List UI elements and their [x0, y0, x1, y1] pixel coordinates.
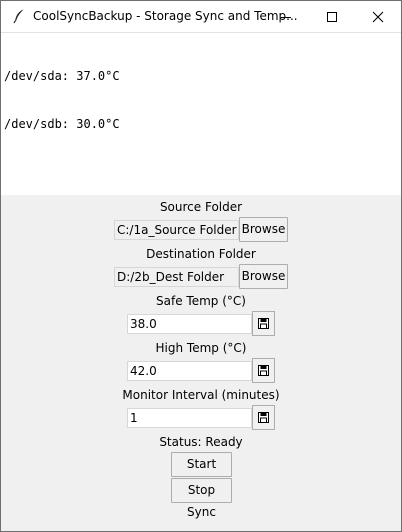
title-bar[interactable]: CoolSyncBackup - Storage Sync and Temp..… — [1, 1, 401, 32]
safe-temp-label: Safe Temp (°C) — [156, 294, 246, 308]
stop-sync-button[interactable]: Stop Sync — [171, 478, 232, 519]
destination-folder-label: Destination Folder — [146, 247, 256, 261]
monitor-interval-save-button[interactable] — [252, 405, 275, 430]
floppy-disk-icon — [258, 412, 269, 423]
feather-icon — [11, 8, 27, 24]
minimize-icon — [281, 16, 291, 18]
minimize-button[interactable] — [263, 1, 309, 32]
source-folder-label: Source Folder — [159, 200, 243, 214]
log-line: /dev/sdb: 30.0°C — [4, 117, 120, 131]
floppy-disk-icon — [258, 365, 269, 376]
window-title: CoolSyncBackup - Storage Sync and Temp..… — [33, 9, 298, 23]
log-line: /dev/sda: 37.0°C — [4, 69, 120, 83]
temperature-log[interactable]: /dev/sda: 37.0°C /dev/sdb: 30.0°C — [1, 32, 401, 195]
safe-temp-input[interactable]: 38.0 — [127, 314, 252, 334]
monitor-interval-input[interactable]: 1 — [127, 408, 252, 428]
high-temp-label: High Temp (°C) — [155, 341, 247, 355]
maximize-button[interactable] — [309, 1, 355, 32]
monitor-interval-label: Monitor Interval (minutes) — [122, 388, 280, 402]
destination-browse-button[interactable]: Browse — [239, 264, 288, 289]
maximize-icon — [327, 11, 337, 22]
destination-folder-field[interactable]: D:/2b_Dest Folder — [114, 267, 239, 287]
floppy-disk-icon — [258, 318, 269, 329]
source-folder-field[interactable]: C:/1a_Source Folder — [114, 220, 239, 240]
app-window: CoolSyncBackup - Storage Sync and Temp..… — [0, 0, 402, 532]
start-sync-button[interactable]: Start Sync — [171, 452, 232, 493]
close-icon — [372, 11, 384, 22]
safe-temp-save-button[interactable] — [252, 311, 275, 336]
close-button[interactable] — [355, 1, 401, 32]
source-browse-button[interactable]: Browse — [239, 217, 288, 242]
high-temp-save-button[interactable] — [252, 358, 275, 383]
status-text: Status: Ready — [159, 435, 243, 449]
high-temp-input[interactable]: 42.0 — [127, 361, 252, 381]
